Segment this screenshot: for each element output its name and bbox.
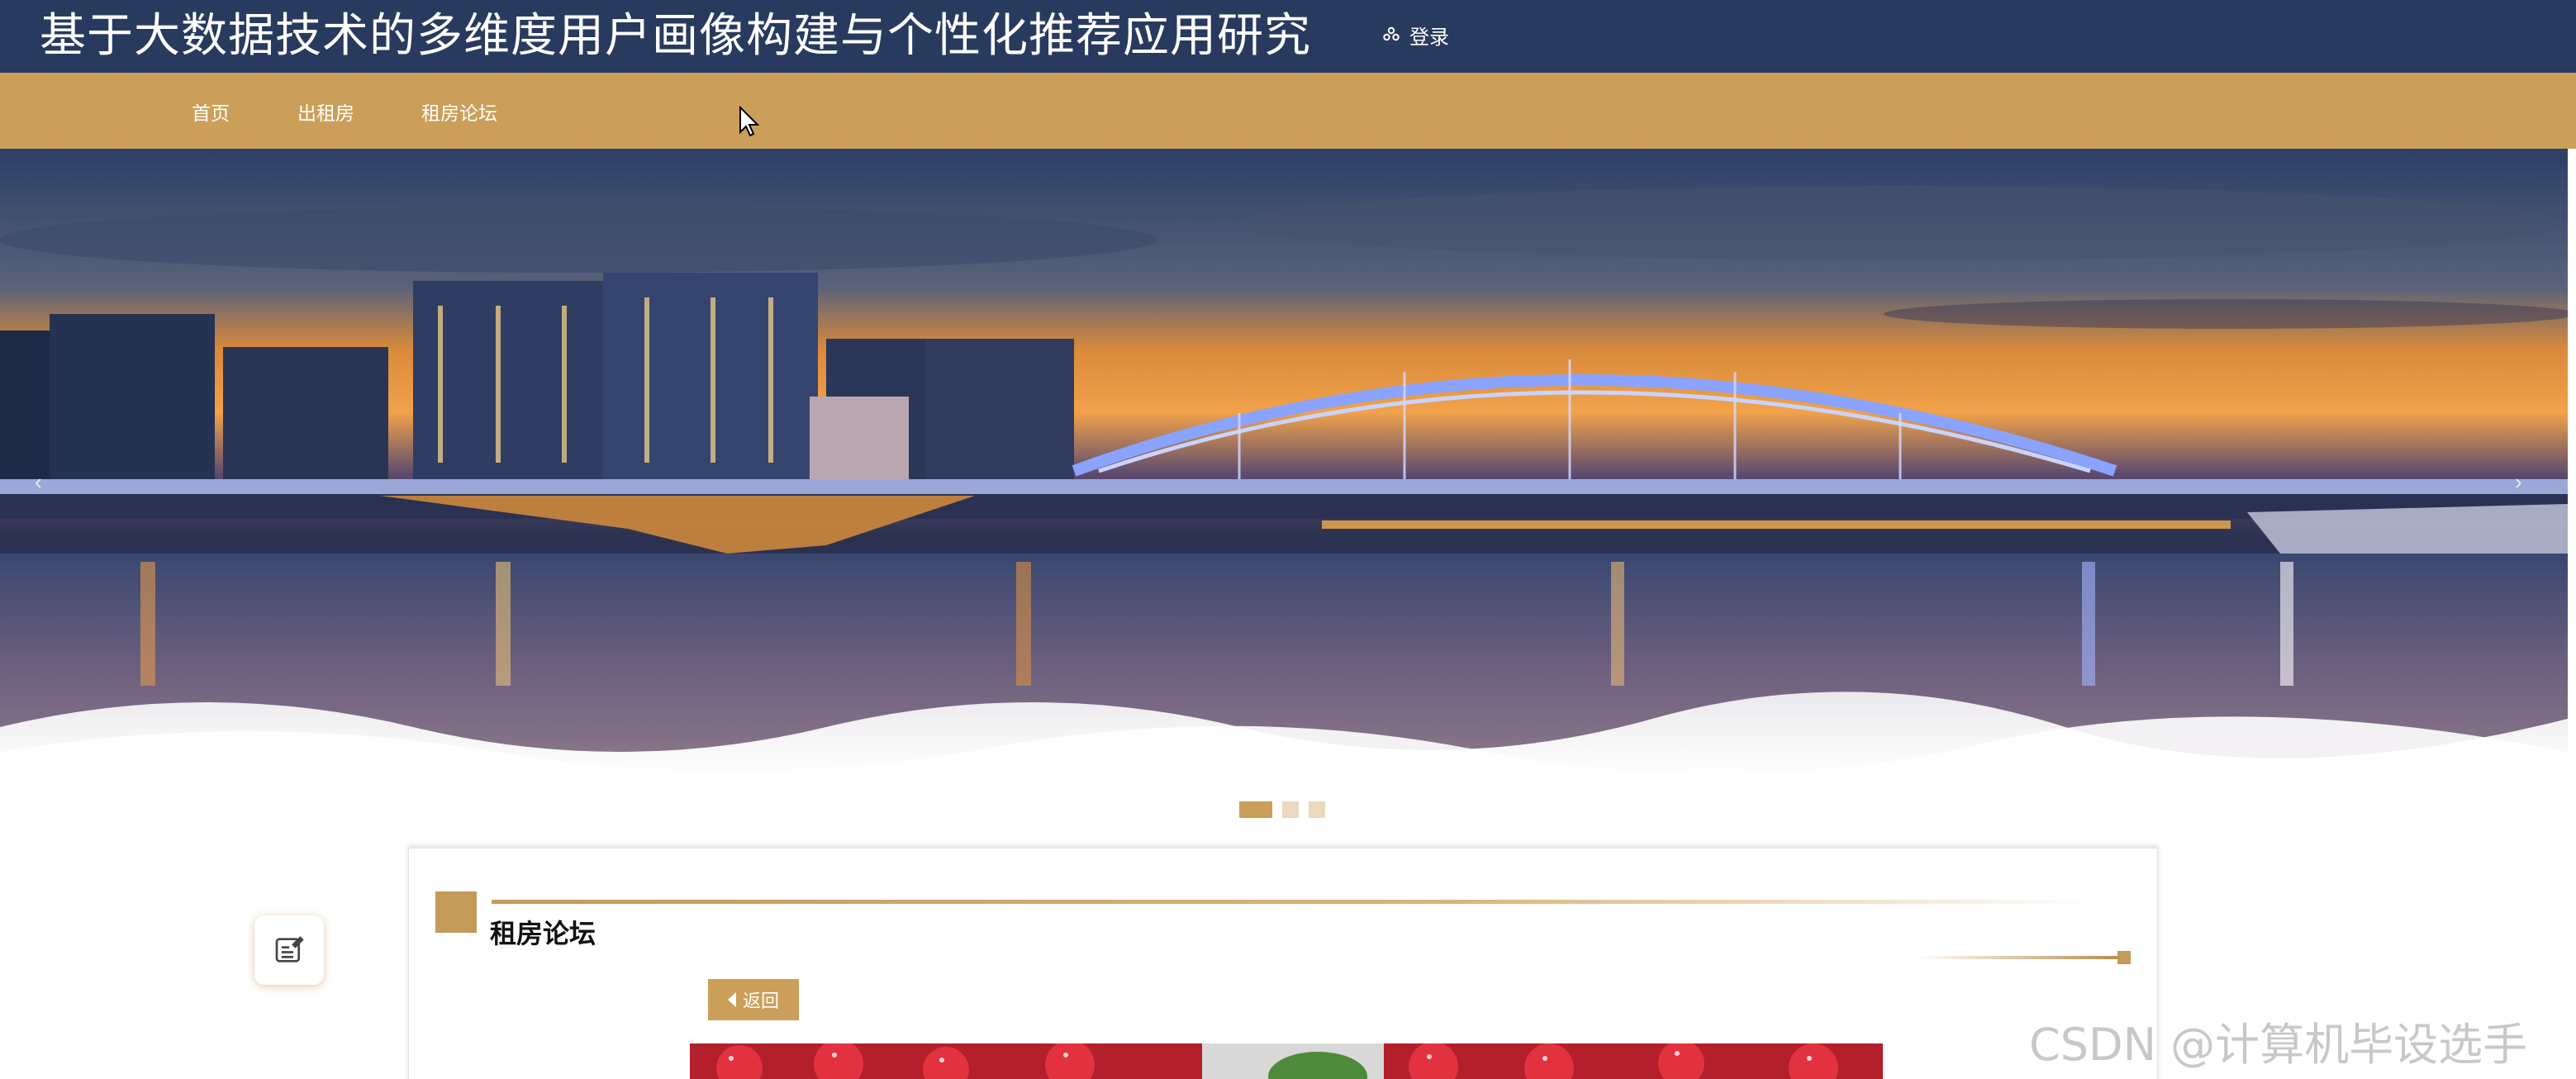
section-title: 租房论坛 — [490, 918, 596, 949]
banner-image — [0, 149, 2568, 777]
banner-dot-3[interactable] — [1309, 801, 1325, 818]
watermark-text: CSDN @计算机毕设选手 — [2029, 1019, 2528, 1071]
back-arrow-icon — [727, 992, 736, 1007]
banner-next-arrow[interactable]: › — [2515, 469, 2522, 495]
back-button[interactable]: 返回 — [708, 979, 799, 1020]
banner-prev-arrow[interactable]: ‹ — [35, 469, 42, 495]
floating-edit-button[interactable] — [254, 915, 324, 985]
nav-item-rentals[interactable]: 出租房 — [297, 97, 354, 126]
banner-pagination — [1239, 801, 1325, 818]
strawberries-image — [690, 1043, 1883, 1079]
section-accent-line — [1916, 956, 2122, 959]
back-button-label: 返回 — [742, 991, 779, 1012]
section-marker — [435, 891, 477, 933]
post-image — [690, 1043, 1883, 1079]
banner-dot-2[interactable] — [1282, 801, 1299, 818]
hero-banner[interactable] — [0, 149, 2568, 777]
login-link[interactable]: 登录 — [1381, 18, 1449, 51]
nav-item-home[interactable]: 首页 — [192, 97, 230, 126]
nav-item-forum[interactable]: 租房论坛 — [421, 97, 497, 126]
section-divider — [492, 900, 2094, 904]
forum-detail-card: 租房论坛 返回 — [408, 848, 2158, 1079]
section-accent-square — [2117, 951, 2131, 964]
user-group-icon — [1383, 26, 1400, 41]
edit-note-icon — [275, 936, 304, 963]
main-nav: 首页 出租房 租房论坛 — [0, 73, 2576, 149]
banner-dot-1[interactable] — [1239, 801, 1272, 818]
mouse-cursor-icon — [739, 106, 760, 137]
site-title: 基于大数据技术的多维度用户画像构建与个性化推荐应用研究 — [40, 9, 1311, 63]
top-header: 基于大数据技术的多维度用户画像构建与个性化推荐应用研究 登录 — [0, 0, 2576, 73]
login-label: 登录 — [1409, 26, 1449, 49]
